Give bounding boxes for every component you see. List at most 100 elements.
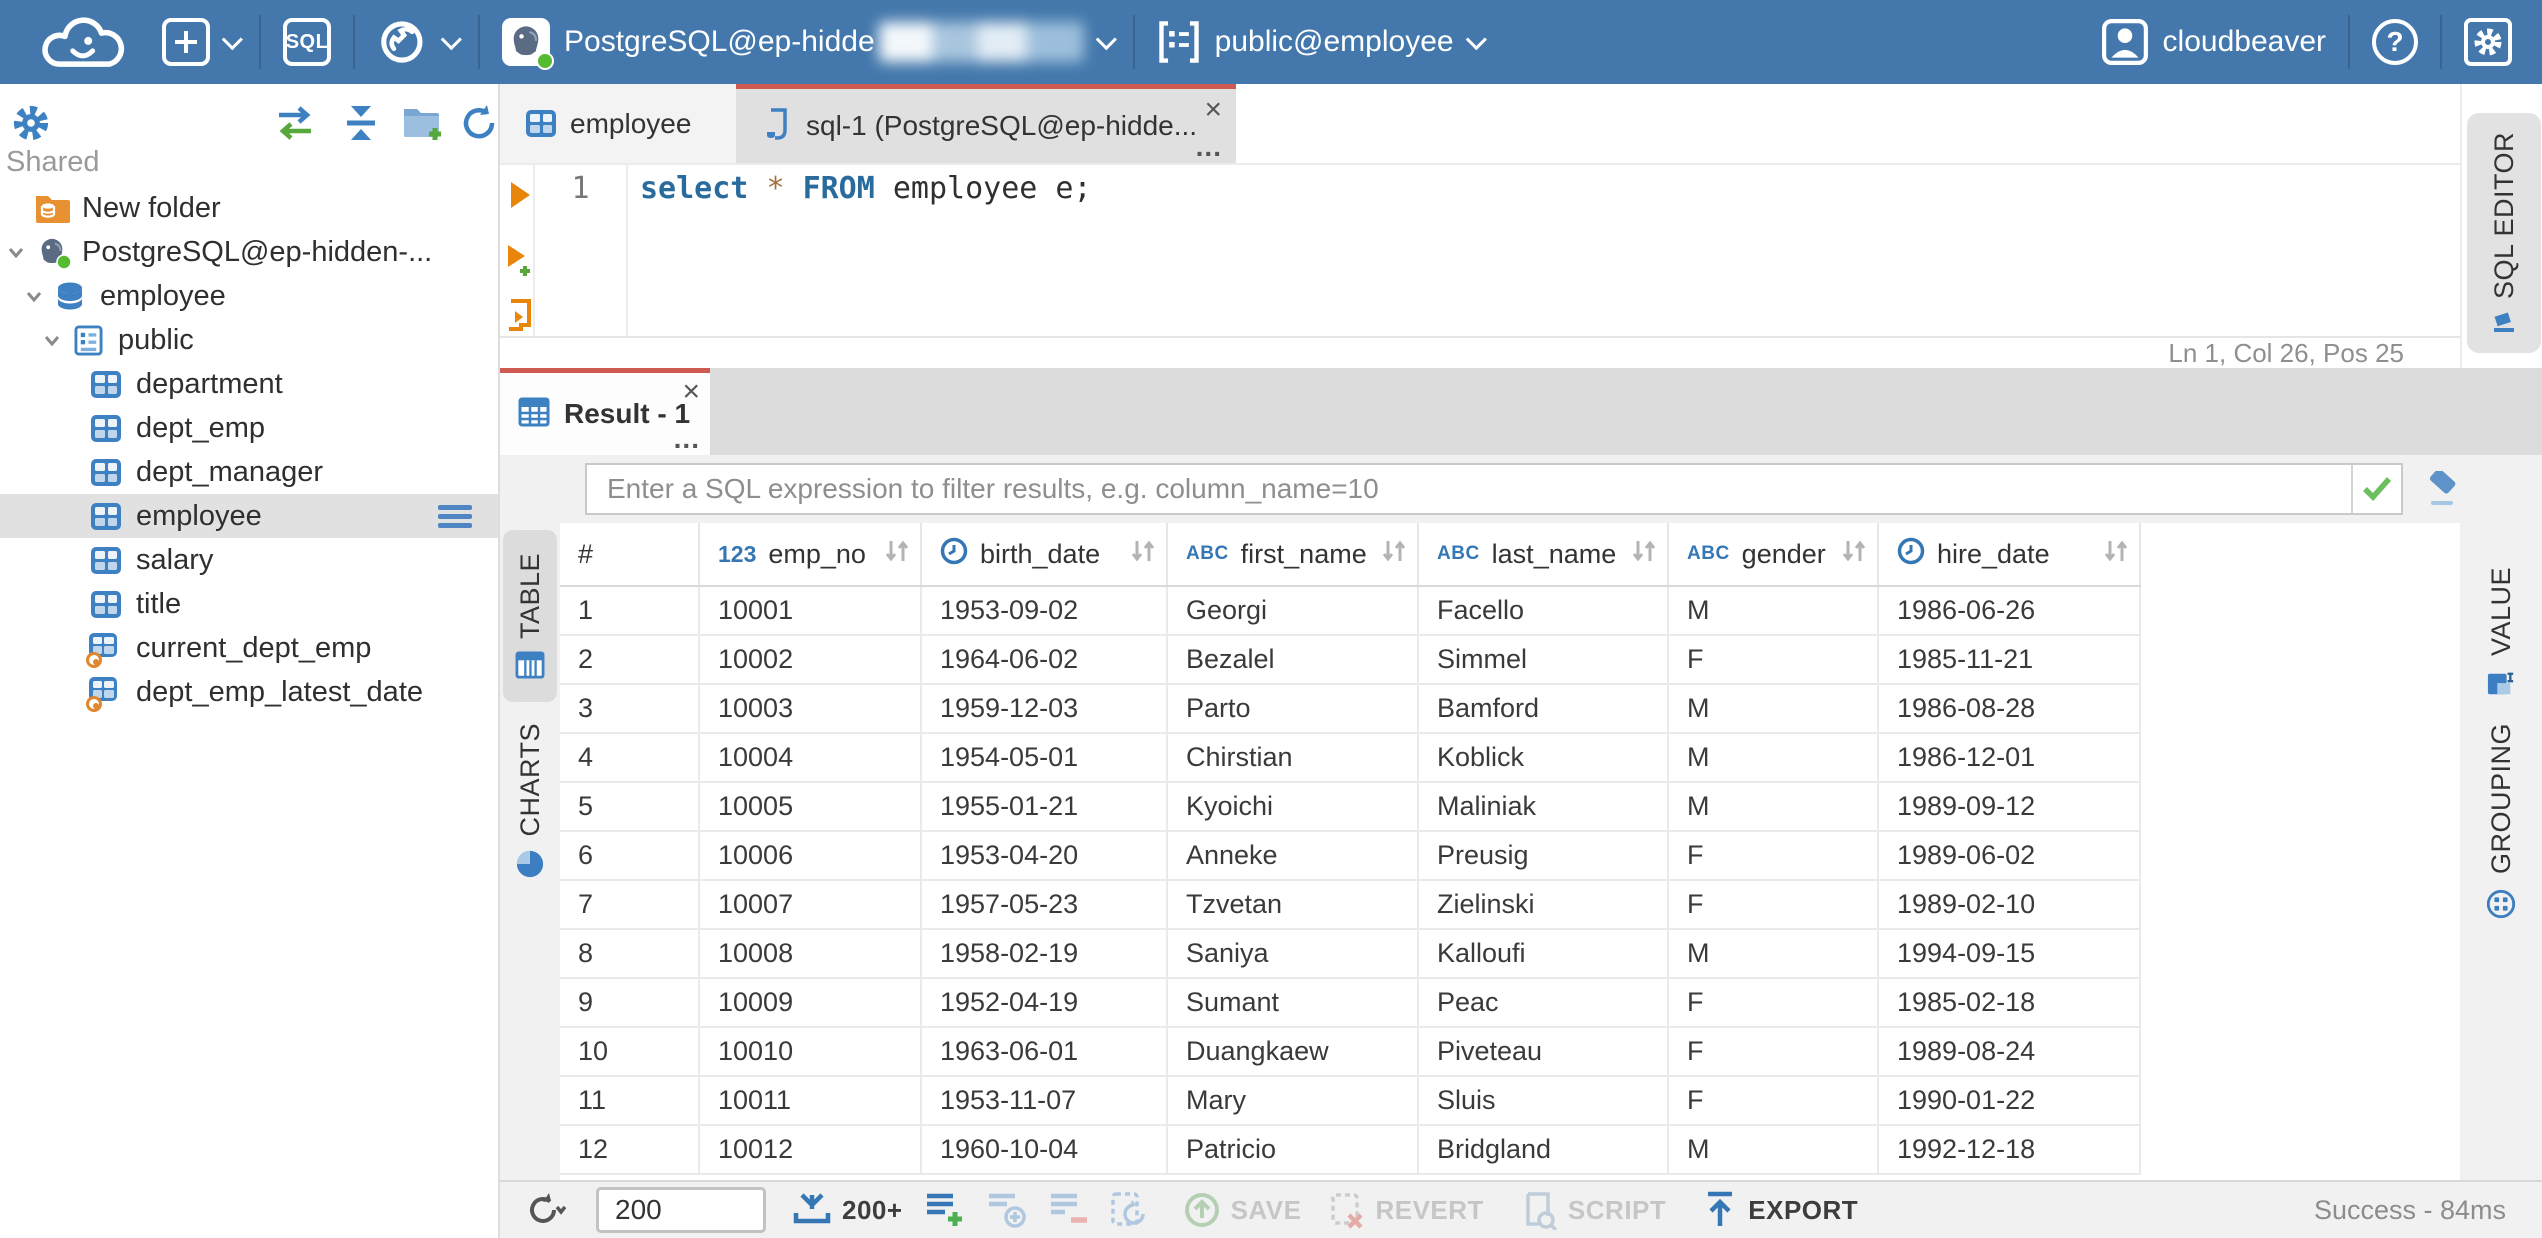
column-header-first-name[interactable]: ABC first_name bbox=[1168, 523, 1419, 585]
export-label: EXPORT bbox=[1748, 1194, 1859, 1225]
play-icon bbox=[511, 182, 530, 208]
apply-changes-button[interactable] bbox=[1109, 1190, 1149, 1230]
sort-icon[interactable] bbox=[1631, 539, 1657, 570]
sort-icon[interactable] bbox=[2103, 539, 2129, 570]
tab-employee[interactable]: employee bbox=[500, 84, 736, 163]
new-connection-button[interactable] bbox=[162, 18, 243, 66]
sidebar-item-salary[interactable]: salary bbox=[0, 538, 498, 582]
grouping-panel-label: GROUPING bbox=[2485, 723, 2516, 875]
wrench-icon bbox=[377, 18, 429, 66]
execute-in-new-tab-button[interactable] bbox=[506, 245, 534, 277]
sort-icon[interactable] bbox=[1381, 539, 1407, 570]
sql-code-line[interactable]: select * FROM employee e; bbox=[640, 171, 1092, 206]
chevron-down-icon[interactable] bbox=[6, 247, 26, 258]
sql-editor-rail: SQL EDITOR bbox=[2460, 84, 2542, 368]
sidebar-item-department[interactable]: department bbox=[0, 362, 498, 406]
editor-status-bar: Ln 1, Col 26, Pos 25 bbox=[500, 336, 2460, 368]
driver-tools-button[interactable] bbox=[377, 18, 462, 66]
charts-view-label: CHARTS bbox=[514, 723, 545, 837]
sidebar-item-dept-manager[interactable]: dept_manager bbox=[0, 450, 498, 494]
save-button[interactable]: SAVE bbox=[1183, 1191, 1302, 1229]
clear-filter-button[interactable] bbox=[2418, 469, 2460, 511]
export-button[interactable]: EXPORT bbox=[1702, 1190, 1858, 1230]
result-left-rail: TABLE CHARTS bbox=[500, 523, 560, 1180]
table-row: 3 10003 1959-12-03 Parto Bamford M 1986-08-28 bbox=[560, 685, 2141, 734]
connection-selector[interactable]: PostgreSQL@ep-hidde bbox=[502, 18, 1117, 70]
refresh-tree-button[interactable] bbox=[456, 100, 502, 146]
table-row: 2 10002 1964-06-02 Bezalel Simmel F 1985-11-21 bbox=[560, 636, 2141, 685]
table-row: 1 10001 1953-09-02 Georgi Facello M 1986-06-26 bbox=[560, 587, 2141, 636]
user-menu[interactable]: cloudbeaver bbox=[2101, 18, 2326, 66]
sidebar-item-dept-emp-latest-date[interactable]: dept_emp_latest_date bbox=[0, 670, 498, 714]
row-limit-input[interactable] bbox=[596, 1187, 766, 1233]
sync-connection-button[interactable] bbox=[272, 100, 318, 146]
sort-icon[interactable] bbox=[1841, 539, 1867, 570]
schema-name: public@employee bbox=[1214, 25, 1454, 58]
sidebar-item-employee-table[interactable]: employee bbox=[0, 494, 498, 538]
tab-result-1[interactable]: Result - 1 × ... bbox=[500, 368, 710, 455]
schema-selector[interactable]: public@employee bbox=[1157, 19, 1487, 65]
column-header-last-name[interactable]: ABC last_name bbox=[1419, 523, 1669, 585]
tab-value-panel[interactable]: VALUE bbox=[2460, 567, 2542, 698]
revert-button[interactable]: REVERT bbox=[1329, 1191, 1483, 1229]
sidebar-settings-button[interactable] bbox=[8, 100, 54, 146]
table-row: 11 10011 1953-11-07 Mary Sluis F 1990-01-22 bbox=[560, 1077, 2141, 1126]
fetch-more-button[interactable]: 200+ bbox=[792, 1191, 903, 1229]
open-sql-editor-button[interactable]: SQL bbox=[283, 18, 331, 66]
chevron-down-icon[interactable] bbox=[42, 335, 62, 346]
close-icon[interactable]: × bbox=[682, 377, 700, 407]
tab-sql-editor-panel[interactable]: SQL EDITOR bbox=[2467, 113, 2541, 353]
execute-script-button[interactable] bbox=[506, 299, 534, 331]
shared-section-label: Shared bbox=[6, 146, 100, 178]
play-plus-icon bbox=[508, 245, 530, 276]
sort-icon[interactable] bbox=[884, 539, 910, 570]
cloudbeaver-logo-icon[interactable] bbox=[26, 11, 146, 73]
tab-sql-editor[interactable]: sql-1 (PostgreSQL@ep-hidde... × ... bbox=[736, 84, 1236, 163]
number-type-icon: 123 bbox=[718, 540, 757, 567]
duplicate-row-button[interactable] bbox=[987, 1190, 1029, 1230]
help-button[interactable]: ? bbox=[2372, 19, 2418, 65]
collapse-all-button[interactable] bbox=[338, 100, 384, 146]
sidebar-item-employee-database[interactable]: employee bbox=[0, 274, 498, 318]
tab-charts-view[interactable]: CHARTS bbox=[503, 715, 557, 887]
tab-table-view[interactable]: TABLE bbox=[503, 530, 557, 702]
column-header-birth-date[interactable]: birth_date bbox=[922, 523, 1168, 585]
sort-icon[interactable] bbox=[1130, 539, 1156, 570]
refresh-results-button[interactable] bbox=[524, 1190, 566, 1230]
user-icon bbox=[2101, 18, 2149, 66]
divider bbox=[1132, 15, 1135, 69]
delete-row-button[interactable] bbox=[1049, 1190, 1091, 1230]
divider bbox=[478, 15, 480, 69]
revert-label: REVERT bbox=[1375, 1194, 1484, 1225]
date-type-icon bbox=[940, 537, 968, 572]
column-header-rownum[interactable]: # bbox=[560, 523, 700, 585]
tab-grouping-panel[interactable]: GROUPING bbox=[2460, 723, 2542, 920]
sql-editor[interactable]: 1 select * FROM employee e; bbox=[500, 165, 2460, 336]
column-header-hire-date[interactable]: hire_date bbox=[1879, 523, 2141, 585]
table-row: 7 10007 1957-05-23 Tzvetan Zielinski F 1989-02… bbox=[560, 881, 2141, 930]
fetch-more-label: 200+ bbox=[842, 1194, 903, 1225]
sidebar-item-postgresql-connection[interactable]: PostgreSQL@ep-hidden-... bbox=[0, 230, 498, 274]
add-row-button[interactable] bbox=[925, 1190, 967, 1230]
sidebar-item-title[interactable]: title bbox=[0, 582, 498, 626]
settings-button[interactable] bbox=[2464, 18, 2512, 66]
new-folder-button[interactable] bbox=[400, 100, 446, 146]
sidebar-item-dept-emp[interactable]: dept_emp bbox=[0, 406, 498, 450]
sidebar-item-public-schema[interactable]: public bbox=[0, 318, 498, 362]
execute-query-button[interactable] bbox=[506, 179, 534, 211]
column-header-gender[interactable]: ABC gender bbox=[1669, 523, 1879, 585]
row-menu-icon[interactable] bbox=[438, 505, 472, 532]
tab-more-icon[interactable]: ... bbox=[674, 425, 700, 453]
sidebar-item-new-folder[interactable]: New folder bbox=[0, 186, 498, 230]
apply-changes-icon bbox=[1110, 1192, 1145, 1226]
chevron-down-icon[interactable] bbox=[24, 291, 44, 302]
close-icon[interactable]: × bbox=[1204, 95, 1222, 125]
script-label: SCRIPT bbox=[1567, 1194, 1667, 1225]
divider bbox=[2348, 15, 2350, 69]
script-button[interactable]: SCRIPT bbox=[1520, 1190, 1666, 1230]
tab-more-icon[interactable]: ... bbox=[1196, 133, 1222, 161]
column-header-emp-no[interactable]: 123 emp_no bbox=[700, 523, 922, 585]
filter-input[interactable] bbox=[587, 465, 2351, 513]
apply-filter-button[interactable] bbox=[2351, 465, 2401, 513]
sidebar-item-current-dept-emp[interactable]: current_dept_emp bbox=[0, 626, 498, 670]
